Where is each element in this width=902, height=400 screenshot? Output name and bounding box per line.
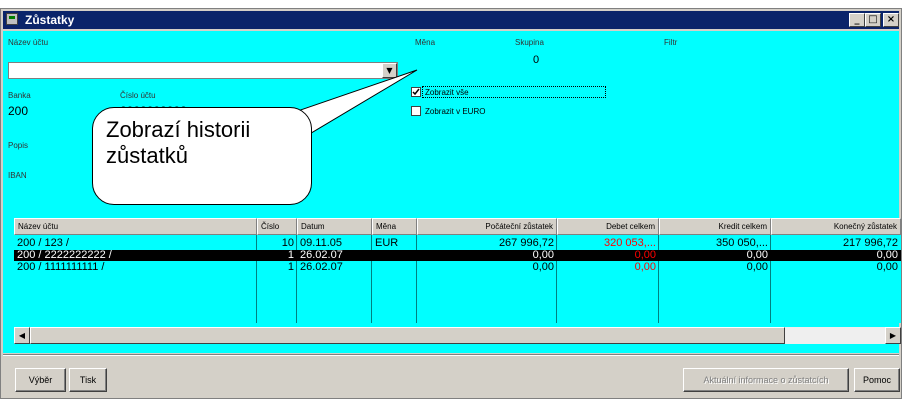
col-header-credit-total[interactable]: Kredit celkem: [659, 218, 771, 235]
cell-debit-total: 0,00: [634, 262, 656, 273]
cell-account-name: 200 / 2222222222 /: [17, 250, 112, 261]
cell-currency: EUR: [375, 238, 399, 249]
print-button[interactable]: Tisk: [69, 368, 107, 392]
help-button-label: Pomoc: [862, 375, 891, 385]
cell-currency: [372, 262, 417, 273]
print-button-label: Tisk: [79, 375, 97, 385]
col-header-debit-total[interactable]: Debet celkem: [557, 218, 659, 235]
cell-opening-balance: 267 996,72: [498, 238, 554, 249]
select-button[interactable]: Výběr: [15, 368, 66, 392]
cell-opening-balance: 0,00: [532, 250, 554, 261]
col-header-closing-balance[interactable]: Konečný zůstatek: [771, 218, 901, 235]
scroll-left-icon[interactable]: ◀: [14, 327, 30, 344]
col-header-number[interactable]: Číslo: [257, 218, 297, 235]
current-info-button[interactable]: Aktuální informace o zůstatcích: [683, 368, 849, 392]
current-info-button-label: Aktuální informace o zůstatcích: [703, 375, 829, 385]
cell-account-name: 200 / 1111111111 /: [17, 262, 105, 273]
cell-date: 26.02.07: [300, 250, 343, 261]
balances-window: Zůstatky _ □ × Název účtu ▼ Měna Skupina…: [0, 8, 902, 399]
cell-credit-total: 0,00: [746, 262, 768, 273]
cell-credit-total: 350 050,...: [716, 238, 768, 249]
cell-number: 10: [281, 238, 294, 249]
cell-opening-balance: 0,00: [532, 262, 554, 273]
scroll-thumb[interactable]: [30, 327, 785, 344]
footer-divider: [3, 354, 899, 356]
horizontal-scrollbar[interactable]: ◀ ▶: [14, 327, 901, 344]
table-row[interactable]: 200 / 123 / 10 09.11.05 EUR 267 996,72 3…: [14, 238, 901, 249]
cell-currency: [372, 250, 417, 261]
balances-table[interactable]: Název účtu Číslo Datum Měna Počáteční zů…: [14, 218, 901, 323]
cell-number: 1: [287, 262, 294, 273]
table-row[interactable]: 200 / 1111111111 / 1 26.02.07 0,00 0,00 …: [14, 262, 901, 273]
cell-closing-balance: 0,00: [876, 250, 898, 261]
cell-date: 09.11.05: [300, 238, 343, 249]
scroll-track[interactable]: [785, 327, 885, 344]
cell-debit-total: 0,00: [634, 250, 656, 261]
col-header-opening-balance[interactable]: Počáteční zůstatek: [417, 218, 557, 235]
table-row-selected[interactable]: 200 / 2222222222 / 1 26.02.07 0,00 0,00 …: [14, 250, 901, 261]
cell-date: 26.02.07: [300, 262, 343, 273]
cell-debit-total: 320 053,...: [604, 238, 656, 249]
col-header-account-name[interactable]: Název účtu: [14, 218, 257, 235]
cell-closing-balance: 0,00: [876, 262, 898, 273]
cell-credit-total: 0,00: [746, 250, 768, 261]
select-button-label: Výběr: [28, 375, 53, 385]
col-header-date[interactable]: Datum: [297, 218, 372, 235]
cell-number: 1: [287, 250, 294, 261]
help-button[interactable]: Pomoc: [854, 368, 900, 392]
col-header-currency[interactable]: Měna: [372, 218, 417, 235]
scroll-right-icon[interactable]: ▶: [885, 327, 901, 344]
cell-closing-balance: 217 996,72: [842, 238, 898, 249]
cell-account-name: 200 / 123 /: [17, 238, 69, 249]
